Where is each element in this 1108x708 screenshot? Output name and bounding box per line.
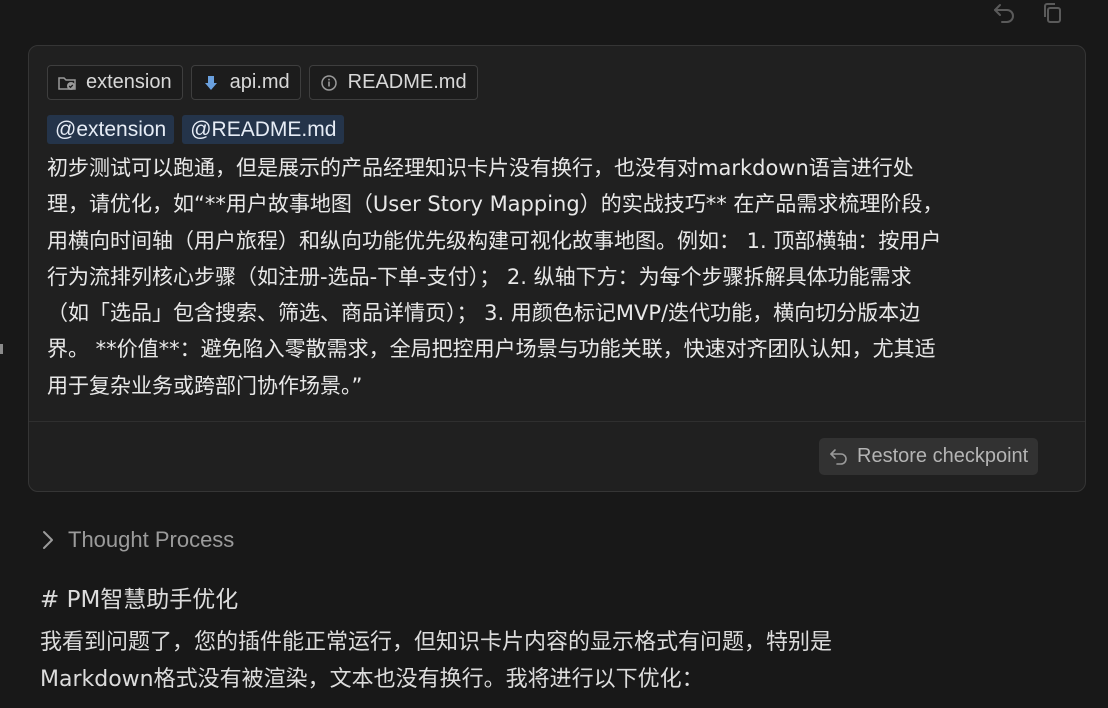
download-arrow-icon	[202, 74, 220, 92]
paragraph-line: 我看到问题了，您的插件能正常运行，但知识卡片内容的显示格式有问题，特别是	[40, 630, 833, 655]
mention-readme[interactable]: @README.md	[182, 115, 345, 144]
context-chip-extension[interactable]: extension	[47, 65, 183, 100]
response-paragraph: 我看到问题了，您的插件能正常运行，但知识卡片内容的显示格式有问题，特别是 Mar…	[40, 624, 1080, 698]
message-line: 行为流排列核心步骤（如注册-选品-下单-支付）； 2. 纵轴下方：为每个步骤拆解…	[47, 264, 912, 289]
card-divider	[29, 421, 1085, 422]
restore-checkpoint-button[interactable]: Restore checkpoint	[819, 438, 1039, 475]
thought-process-toggle[interactable]: Thought Process	[42, 527, 234, 553]
folder-check-icon	[58, 74, 76, 92]
message-line: 初步测试可以跑通，但是展示的产品经理知识卡片没有换行，也没有对markdown语…	[47, 156, 914, 180]
user-message-card[interactable]: extension api.md README.md @extension @R	[28, 45, 1086, 492]
message-line: 用于复杂业务或跨部门协作场景。”	[47, 373, 363, 398]
message-line: （如「选品」包含搜索、筛选、商品详情页）； 3. 用颜色标记MVP/迭代功能，横…	[47, 301, 921, 326]
context-chip-label: README.md	[347, 71, 467, 93]
mention-tags: @extension @README.md	[47, 115, 345, 144]
user-message-text: 初步测试可以跑通，但是展示的产品经理知识卡片没有换行，也没有对markdown语…	[47, 150, 1069, 404]
message-actions	[990, 0, 1066, 26]
context-chip-readme[interactable]: README.md	[308, 65, 478, 100]
undo-button[interactable]	[990, 1, 1018, 25]
paragraph-line: Markdown格式没有被渲染，文本也没有换行。我将进行以下优化：	[40, 667, 704, 692]
copy-button[interactable]	[1038, 1, 1066, 25]
message-line: 理，请优化，如“**用户故事地图（User Story Mapping）的实战技…	[47, 192, 944, 217]
mention-extension[interactable]: @extension	[47, 115, 175, 144]
undo-icon	[830, 448, 847, 465]
edge-marker	[0, 344, 3, 354]
message-line: 用横向时间轴（用户旅程）和纵向功能优先级构建可视化故事地图。例如： 1. 顶部横…	[47, 228, 942, 253]
message-line: 界。 **价值**：避免陷入零散需求，全局把控用户场景与功能关联，快速对齐团队认…	[47, 337, 936, 362]
restore-checkpoint-label: Restore checkpoint	[857, 445, 1029, 467]
context-chips: extension api.md README.md	[47, 65, 478, 100]
thought-process-label: Thought Process	[68, 527, 235, 552]
context-chip-label: extension	[86, 71, 172, 93]
context-chip-api-md[interactable]: api.md	[190, 65, 301, 100]
copy-icon	[1044, 3, 1061, 23]
context-chip-label: api.md	[229, 71, 290, 93]
response-heading: # PM智慧助手优化	[40, 587, 239, 613]
info-icon	[320, 74, 338, 92]
undo-icon	[994, 4, 1014, 23]
chevron-right-icon	[43, 531, 53, 549]
